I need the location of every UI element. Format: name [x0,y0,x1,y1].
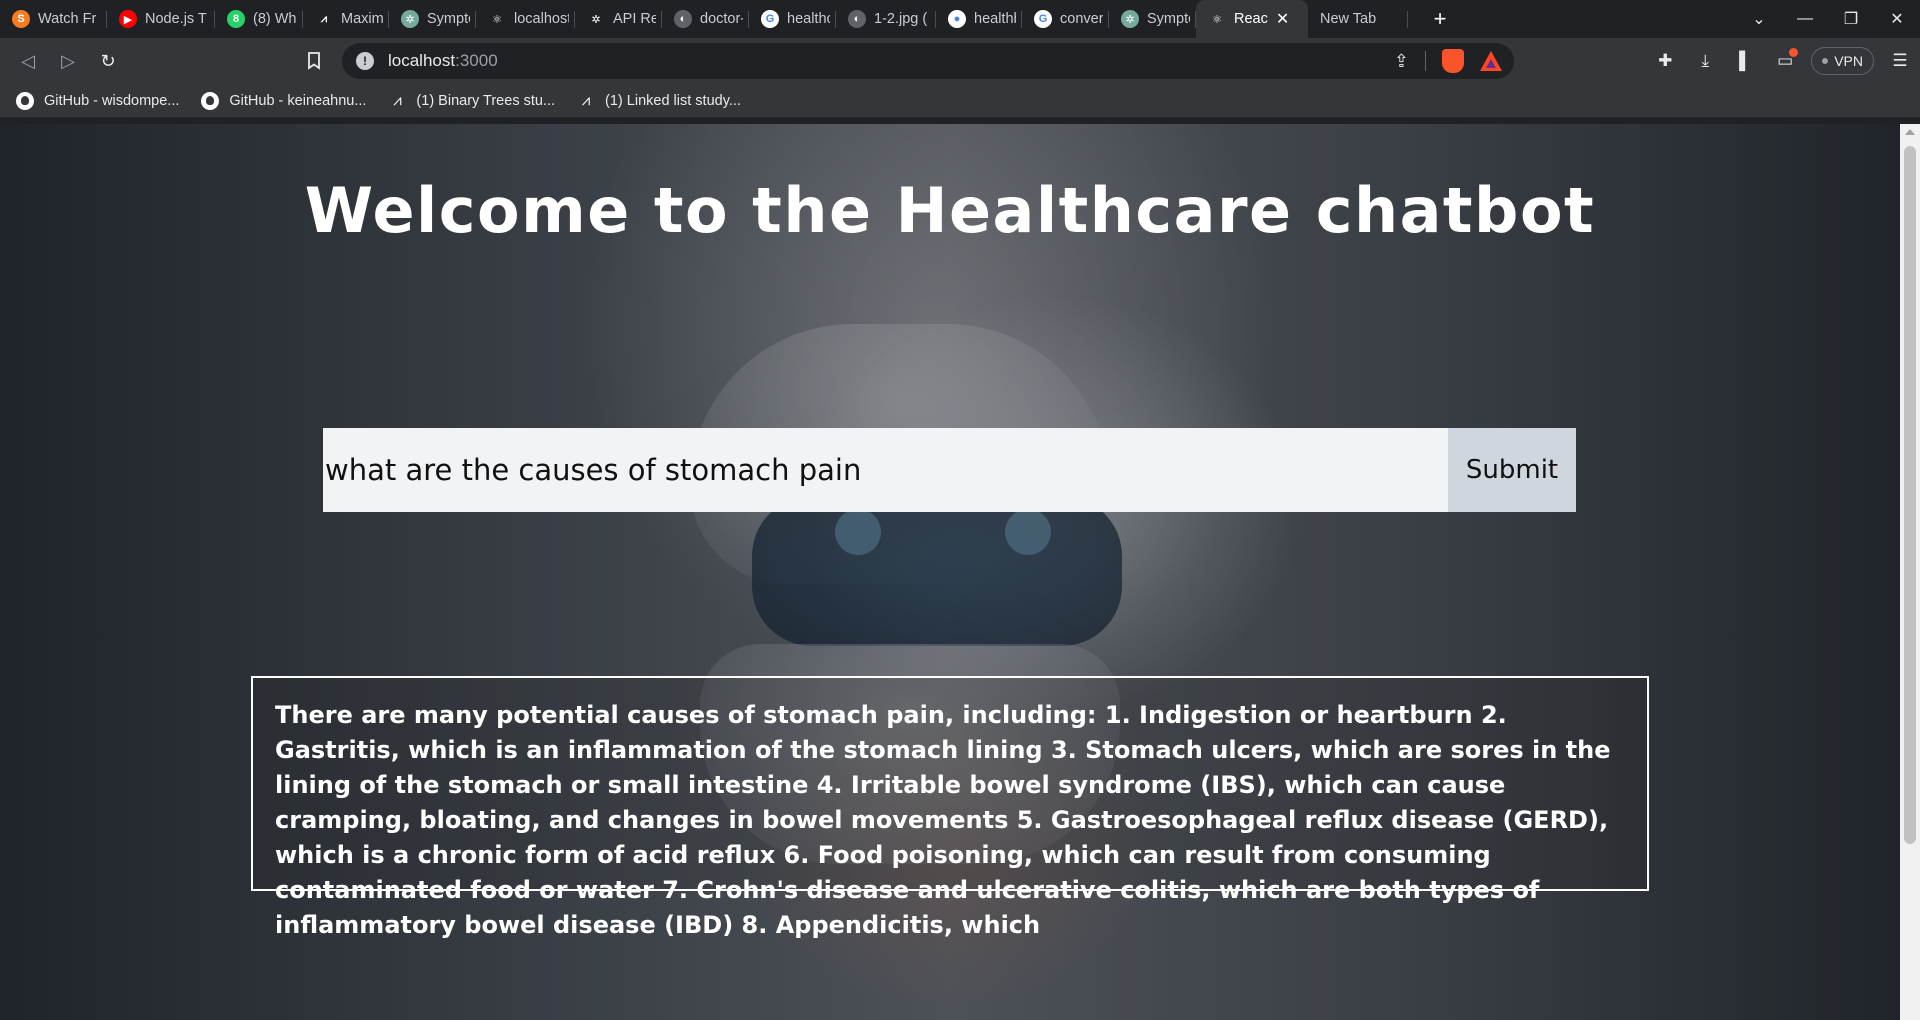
vpn-button[interactable]: VPN [1811,47,1874,75]
google-icon: G [761,10,779,28]
bookmark-page-icon[interactable] [298,45,330,77]
bookmark-label: GitHub - wisdompe... [44,92,180,109]
page-scrollbar[interactable] [1900,124,1920,1020]
tab-title: healthcar [787,11,830,27]
scaler-icon: S [12,10,30,28]
openai-icon: ✲ [587,10,605,28]
tab[interactable]: 8 (8) Whats [215,0,303,38]
tab[interactable]: ⩘ Maximum [303,0,389,38]
url-text: localhost:3000 [388,51,498,70]
bookmark-label: (1) Binary Trees stu... [416,92,556,109]
tab-title: healthbo [974,11,1016,27]
tab[interactable]: ◐ 1-2.jpg ( [836,0,936,38]
tab-list: S Watch Fr ▶ Node.js T 8 (8) Whats ⩘ Maximum ✲ Sy… [0,0,1408,38]
openai-icon: ✲ [401,10,419,28]
submit-button[interactable]: Submit [1448,428,1576,512]
react-icon: ⚛ [488,10,506,28]
sidebar-icon[interactable]: ▌ [1725,38,1765,84]
tab[interactable]: S Watch Fr [0,0,107,38]
query-form: Submit [323,428,1576,512]
forward-icon[interactable]: ▷ [48,43,88,79]
query-input[interactable] [323,428,1448,512]
github-icon [201,91,220,110]
bookmark-item[interactable]: GitHub - wisdompe... [16,91,180,110]
react-icon: ⚛ [1208,10,1226,28]
globe-icon: ◐ [674,10,692,28]
site-info-icon[interactable]: ! [356,52,374,70]
youtube-icon: ▶ [119,10,137,28]
tab-title: convertin [1060,11,1103,27]
back-icon[interactable]: ◁ [8,43,48,79]
menu-icon[interactable]: ☰ [1880,38,1920,84]
new-tab-button[interactable]: + [1422,0,1458,38]
tab[interactable]: ✲ API Refer [575,0,662,38]
tab[interactable]: ⚛ Reac ✕ [1196,0,1308,38]
vpn-status-dot [1822,58,1829,64]
tab-title: New Tab [1320,11,1377,27]
tab-title: doctor-h [700,11,743,27]
tab-title: localhost [514,11,569,27]
bookmarks-bar: GitHub - wisdompe... GitHub - keineahnu..… [0,84,1920,118]
tab[interactable]: Gconvertin [1022,0,1109,38]
tab-title: Sympton [1147,11,1190,27]
page-viewport: Welcome to the Healthcare chatbot Submit… [0,124,1900,1020]
extensions-icon[interactable]: ✚ [1645,38,1685,84]
tab-title: API Refer [613,11,656,27]
tab[interactable]: ✲ Sympton [1109,0,1196,38]
tab[interactable]: ◐ doctor-h [662,0,749,38]
answer-text: There are many potential causes of stoma… [275,701,1611,939]
bookmark-item[interactable]: ⩘ (1) Binary Trees stu... [388,92,555,110]
reload-icon[interactable]: ↻ [88,43,128,79]
whatsapp-icon: 8 [227,10,245,28]
tab-title: Sympton [427,11,470,27]
page-title: Welcome to the Healthcare chatbot [304,174,1596,247]
openai-icon: ✲ [1121,10,1139,28]
window-controls: ⌄ — ❐ ✕ [1736,0,1920,38]
divider [1425,51,1426,71]
github-icon: ● [948,10,966,28]
globe-icon: ◐ [848,10,866,28]
tab-title: 1-2.jpg ( [874,11,928,27]
freecodecamp-icon: ⩘ [581,92,591,109]
minimize-icon[interactable]: — [1782,0,1828,38]
share-icon[interactable]: ⇪ [1394,51,1409,72]
bookmark-item[interactable]: GitHub - keineahnu... [201,91,367,110]
restore-icon[interactable]: ❐ [1828,0,1874,38]
downloads-icon[interactable]: ⤓ [1685,38,1725,84]
freecodecamp-icon: ⩘ [315,10,333,28]
notification-dot [1789,48,1799,57]
close-tab-icon[interactable]: ✕ [1276,9,1289,29]
toolbar-actions: ✚ ⤓ ▌ ▭ VPN ☰ [1645,38,1920,84]
tab-title: Maximum [341,11,383,27]
tab[interactable]: Ghealthcar [749,0,836,38]
scroll-up-icon[interactable] [1905,129,1915,135]
google-icon: G [1034,10,1052,28]
brave-shields-icon[interactable] [1442,49,1464,73]
tab-title: Node.js T [145,11,207,27]
tab-separator [1407,11,1408,28]
tab-title: (8) Whats [253,11,297,27]
vpn-label: VPN [1834,53,1863,69]
tab[interactable]: ✲ Sympton [389,0,476,38]
bookmark-item[interactable]: ⩘ (1) Linked list study... [577,92,741,110]
tab[interactable]: ● healthbo [936,0,1022,38]
close-window-icon[interactable]: ✕ [1874,0,1920,38]
answer-box: There are many potential causes of stoma… [251,676,1649,939]
tab-search-icon[interactable]: ⌄ [1736,0,1782,38]
tab[interactable]: ⚛ localhost [476,0,575,38]
browser-toolbar: ◁ ▷ ↻ ! localhost:3000 ⇪ ✚ ⤓ ▌ ▭ VPN ☰ [0,38,1920,84]
address-bar[interactable]: ! localhost:3000 ⇪ [342,43,1514,79]
scroll-thumb[interactable] [1904,146,1916,844]
freecodecamp-icon: ⩘ [393,92,402,109]
brave-rewards-icon[interactable] [1480,51,1502,71]
tab-title: Watch Fr [38,11,97,27]
tab[interactable]: ▶ Node.js T [107,0,215,38]
github-icon [16,91,34,110]
bookmark-label: (1) Linked list study... [605,92,741,109]
wallet-icon[interactable]: ▭ [1765,38,1805,84]
tab[interactable]: New Tab [1308,0,1408,38]
bookmark-label: GitHub - keineahnu... [229,92,367,109]
tab-strip: S Watch Fr ▶ Node.js T 8 (8) Whats ⩘ Maximum ✲ Sy… [0,0,1920,38]
tab-title: Reac [1234,11,1268,27]
